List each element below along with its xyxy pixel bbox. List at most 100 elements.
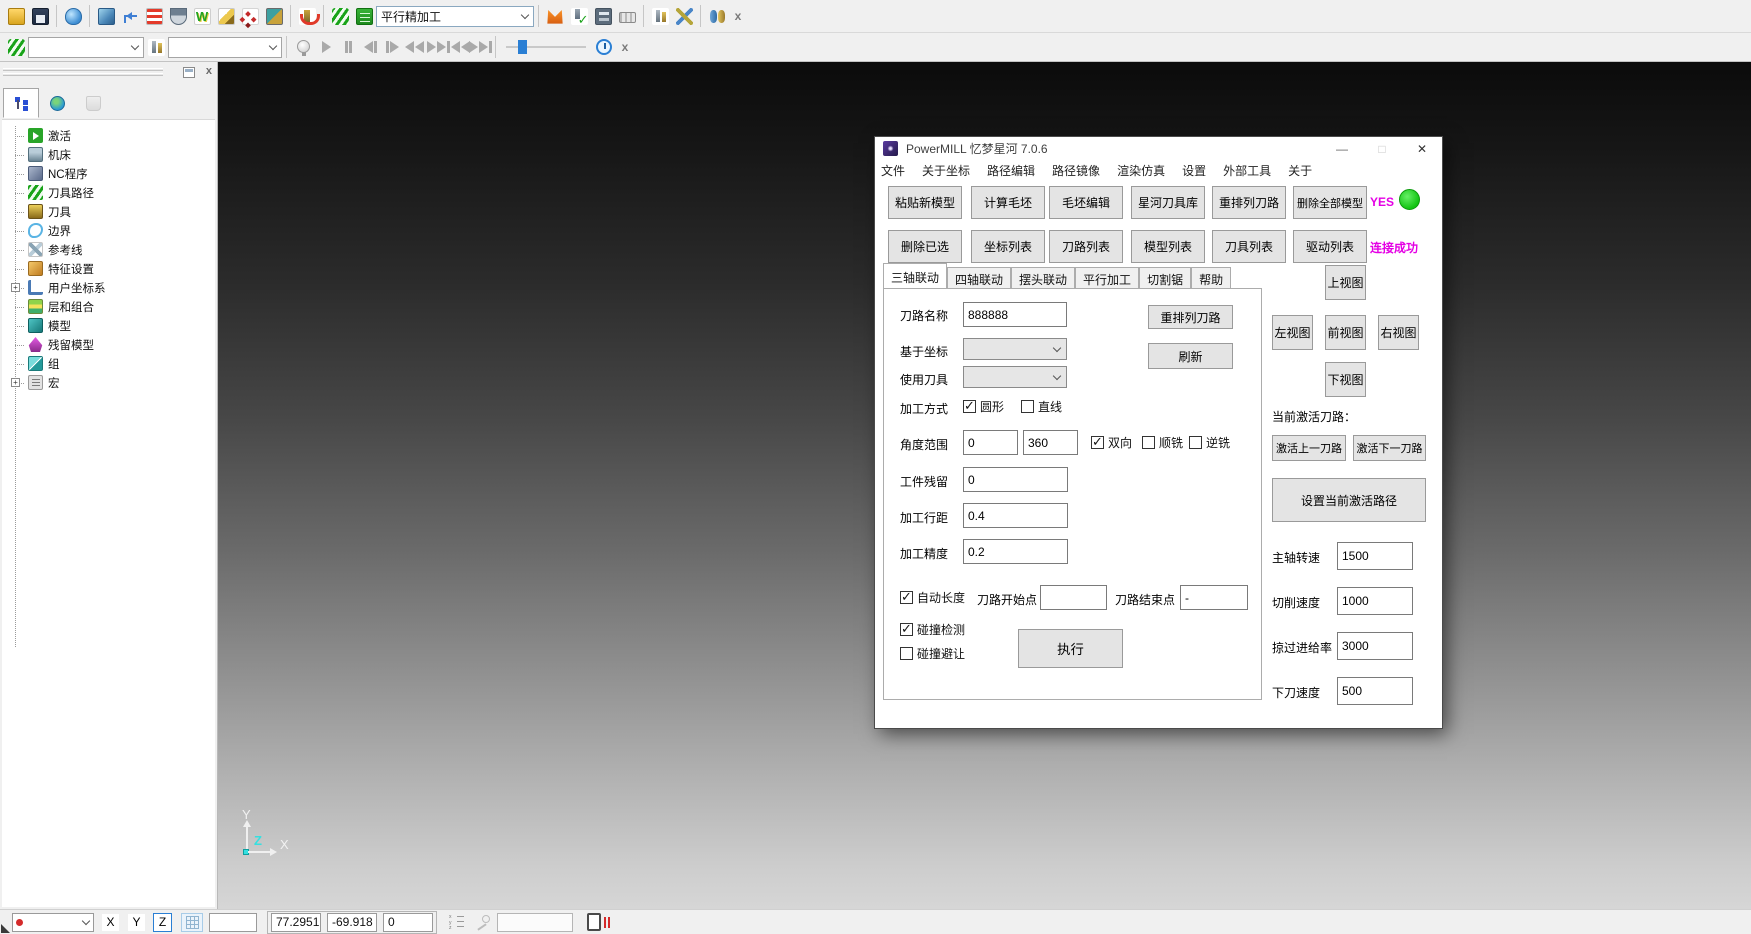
angle-to-input[interactable] — [1023, 430, 1078, 455]
tree-item-stock-model[interactable]: 残留模型 — [6, 335, 215, 354]
drive-list-button[interactable]: 驱动列表 — [1293, 230, 1367, 263]
plunge-speed-input[interactable] — [1337, 677, 1413, 705]
checkbox-checked-icon[interactable] — [1091, 436, 1104, 449]
toolpath-jump-icon[interactable] — [119, 5, 141, 27]
tree-item-levels[interactable]: 层和组合 — [6, 297, 215, 316]
tab-3axis[interactable]: 三轴联动 — [883, 263, 947, 288]
tree-item-models[interactable]: 模型 — [6, 316, 215, 335]
compute-stock-button[interactable]: 计算毛坯 — [971, 186, 1045, 219]
step-forward-button[interactable] — [382, 37, 402, 57]
tree-item-pattern[interactable]: 参考线 — [6, 240, 215, 259]
bulb-icon[interactable] — [292, 36, 314, 58]
tool-list-button[interactable]: 刀具列表 — [1212, 230, 1286, 263]
clock-icon[interactable] — [593, 36, 615, 58]
ball-tool-icon[interactable] — [167, 5, 189, 27]
step-back-button[interactable] — [360, 37, 380, 57]
rewind-button[interactable] — [404, 37, 424, 57]
tree-item-groups[interactable]: 组 — [6, 354, 215, 373]
rearrange-toolpaths-button2[interactable]: 重排列刀路 — [1148, 305, 1233, 329]
menu-external-tools[interactable]: 外部工具 — [1223, 162, 1271, 179]
spindle-speed-input[interactable] — [1337, 542, 1413, 570]
tool-cylinders-icon[interactable] — [706, 5, 728, 27]
bidirectional-checkbox[interactable]: 双向 — [1091, 434, 1132, 451]
resize-grip[interactable] — [1, 924, 10, 933]
toolpath-list-button[interactable]: 刀路列表 — [1049, 230, 1123, 263]
tree-item-activate[interactable]: 激活 — [6, 126, 215, 145]
tool-verify-icon[interactable] — [568, 5, 590, 27]
cutting-speed-input[interactable] — [1337, 587, 1413, 615]
grid-toggle-button[interactable] — [181, 913, 203, 932]
tab-cutting-saw[interactable]: 切割锯 — [1139, 267, 1191, 288]
activate-prev-toolpath-button[interactable]: 激活上一刀路 — [1272, 435, 1346, 461]
tab-recycle-bin[interactable] — [75, 88, 111, 118]
coord-y-field[interactable]: -69.918 — [327, 913, 377, 932]
collision-check-checkbox[interactable]: 碰撞检测 — [900, 621, 965, 638]
toolbar-close-icon[interactable]: x — [730, 5, 746, 27]
tree-item-macros[interactable]: +宏 — [6, 373, 215, 392]
tree-item-toolpaths[interactable]: 刀具路径 — [6, 183, 215, 202]
stock-remain-input[interactable] — [963, 467, 1068, 492]
tool-select-dropdown[interactable] — [168, 37, 282, 58]
clipboard-icon[interactable] — [587, 913, 601, 931]
menu-settings[interactable]: 设置 — [1182, 162, 1206, 179]
swap-arrows-icon[interactable] — [673, 5, 695, 27]
use-tool-dropdown[interactable] — [963, 366, 1067, 388]
go-end-button[interactable] — [470, 37, 490, 57]
toolpath-select-dropdown[interactable] — [28, 37, 144, 58]
skim-feed-input[interactable] — [1337, 632, 1413, 660]
paste-new-model-button[interactable]: 粘贴新模型 — [888, 186, 962, 219]
set-active-path-button[interactable]: 设置当前激活路径 — [1272, 478, 1426, 522]
menu-path-mirror[interactable]: 路径镜像 — [1052, 162, 1100, 179]
xyz-list-icon[interactable] — [449, 914, 465, 930]
view-bottom-button[interactable]: 下视图 — [1325, 362, 1366, 397]
calculator-icon[interactable] — [592, 5, 614, 27]
probe-dropdown[interactable] — [12, 913, 94, 932]
grid-size-field[interactable] — [209, 913, 257, 932]
create-block-icon[interactable] — [95, 5, 117, 27]
model-list-button[interactable]: 模型列表 — [1131, 230, 1205, 263]
locate-probe-icon[interactable] — [475, 914, 491, 930]
speed-slider[interactable] — [506, 38, 586, 56]
tree-item-machine[interactable]: 机床 — [6, 145, 215, 164]
toolpath-end-input[interactable] — [1180, 585, 1248, 610]
dialog-titlebar[interactable]: PowerMILL 忆梦星河 7.0.6 — □ ✕ — [875, 137, 1442, 160]
play-button[interactable] — [316, 37, 336, 57]
activate-next-toolpath-button[interactable]: 激活下一刀路 — [1353, 435, 1426, 461]
tool-pair-a-icon[interactable] — [649, 5, 671, 27]
toolbar-close-icon[interactable]: x — [617, 36, 633, 58]
execute-button[interactable]: 执行 — [1018, 629, 1123, 668]
scatter-points-icon[interactable] — [239, 5, 261, 27]
axis-y-button[interactable]: Y — [127, 913, 146, 932]
slider-handle[interactable] — [518, 40, 527, 54]
tab-help[interactable]: 帮助 — [1191, 267, 1231, 288]
maximize-button[interactable]: □ — [1362, 142, 1402, 156]
edit-pencil-icon[interactable] — [215, 5, 237, 27]
fox-toolpath-icon[interactable] — [544, 5, 566, 27]
toolpath-name-input[interactable] — [963, 302, 1067, 327]
teapot-model-icon[interactable] — [62, 5, 84, 27]
checkbox-checked-icon[interactable] — [963, 400, 976, 413]
tab-4axis[interactable]: 四轴联动 — [947, 267, 1011, 288]
checkbox-icon[interactable] — [900, 647, 913, 660]
menu-render-sim[interactable]: 渲染仿真 — [1117, 162, 1165, 179]
checkbox-checked-icon[interactable] — [900, 623, 913, 636]
tab-explorer-tree[interactable] — [3, 88, 39, 118]
strategy-list-icon[interactable] — [353, 5, 375, 27]
menu-about-coords[interactable]: 关于坐标 — [922, 162, 970, 179]
checkbox-icon[interactable] — [1189, 436, 1202, 449]
stepover-input[interactable] — [963, 503, 1068, 528]
mode-circle-checkbox[interactable]: 圆形 — [963, 398, 1004, 415]
tab-parallel[interactable]: 平行加工 — [1075, 267, 1139, 288]
delete-all-models-button[interactable]: 删除全部模型 — [1293, 186, 1367, 219]
measure-ruler-icon[interactable] — [616, 5, 638, 27]
tool-holder-icon[interactable] — [296, 5, 318, 27]
tree-item-feature-set[interactable]: 特征设置 — [6, 259, 215, 278]
coord-z-field[interactable]: 0 — [383, 913, 433, 932]
strategy-dropdown[interactable]: 平行精加工 — [376, 6, 534, 27]
menu-about[interactable]: 关于 — [1288, 162, 1312, 179]
checkbox-icon[interactable] — [1021, 400, 1034, 413]
gouge-check-icon[interactable] — [191, 5, 213, 27]
tab-swivel-head[interactable]: 摆头联动 — [1011, 267, 1075, 288]
auto-length-checkbox[interactable]: 自动长度 — [900, 589, 965, 606]
angle-from-input[interactable] — [963, 430, 1018, 455]
